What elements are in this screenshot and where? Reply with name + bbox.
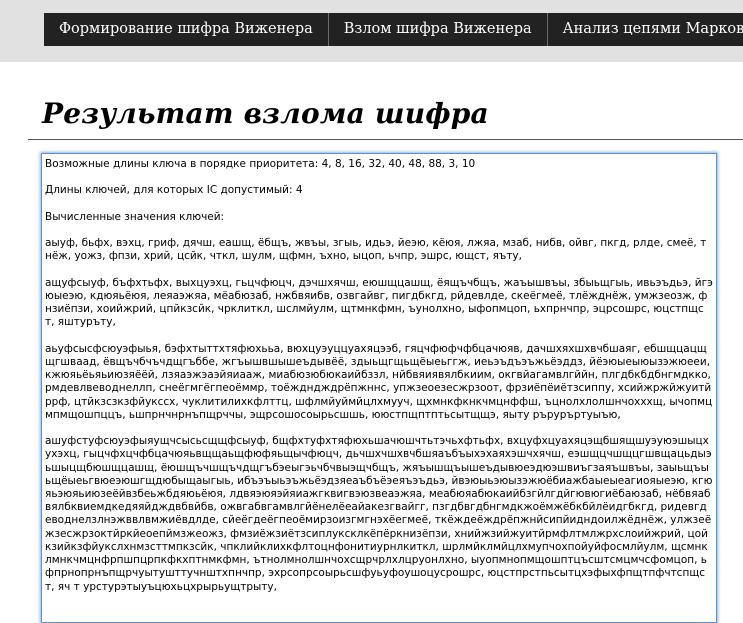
nav-item-vigenere-crack[interactable]: Взлом шифра Виженера	[328, 13, 548, 46]
nav-item-markov-analysis[interactable]: Анализ цепями Маркова	[547, 13, 743, 46]
page-title: Результат взлома шифра	[42, 97, 489, 130]
top-bar: Формирование шифра Виженера Взлом шифра …	[0, 0, 743, 62]
main-nav: Формирование шифра Виженера Взлом шифра …	[44, 13, 743, 46]
result-textarea[interactable]: Возможные длины ключа в порядке приорите…	[41, 153, 717, 623]
nav-item-vigenere-encrypt[interactable]: Формирование шифра Виженера	[44, 13, 329, 46]
divider	[28, 139, 743, 140]
result-text: Возможные длины ключа в порядке приорите…	[45, 158, 713, 593]
